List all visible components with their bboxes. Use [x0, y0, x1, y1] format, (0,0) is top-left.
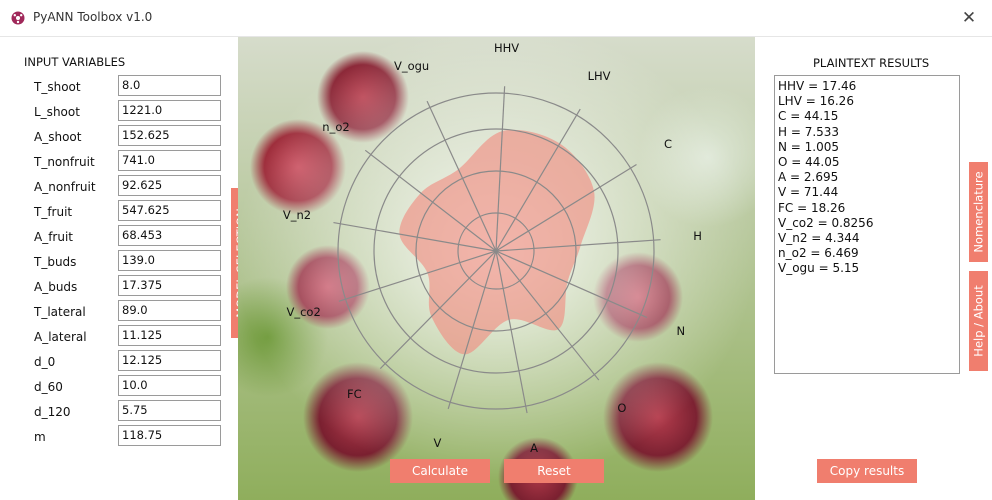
results-header: PLAINTEXT RESULTS: [813, 56, 930, 70]
variable-label: A_nonfruit: [34, 180, 96, 194]
radar-axis-label: LHV: [587, 69, 611, 84]
variable-input[interactable]: 118.75: [118, 425, 221, 446]
variable-row: d_0 12.125: [0, 350, 238, 375]
variable-row: d_60 10.0: [0, 375, 238, 400]
variable-label: T_shoot: [34, 80, 81, 94]
variable-label: A_buds: [34, 280, 78, 294]
radar-axis-label: V: [433, 436, 442, 451]
variable-row: d_120 5.75: [0, 400, 238, 425]
variable-row: A_lateral 11.125: [0, 325, 238, 350]
results-textbox[interactable]: HHV = 17.46 LHV = 16.26 C = 44.15 H = 7.533…: [774, 75, 960, 374]
variable-input[interactable]: 741.0: [118, 150, 221, 171]
result-line: V_ogu = 5.15: [778, 261, 860, 276]
variable-label: T_lateral: [34, 305, 86, 319]
radar-chart: [333, 86, 661, 414]
radar-chart-area: HHV LHV C H N O A V FC V_co2 V_n2 n_o2 V_ogu Calcula…: [238, 37, 755, 500]
variable-row: m 118.75: [0, 425, 238, 450]
result-line: C = 44.15: [778, 109, 839, 124]
title-bar: PyANN Toolbox v1.0 ✕: [0, 0, 992, 37]
variable-row: T_nonfruit 741.0: [0, 150, 238, 175]
close-button[interactable]: ✕: [946, 0, 992, 36]
reset-button[interactable]: Reset: [504, 459, 604, 483]
radar-axis-label: H: [693, 229, 702, 244]
input-variables-header: INPUT VARIABLES: [24, 55, 126, 69]
variable-row: T_buds 139.0: [0, 250, 238, 275]
radar-axis-label: C: [664, 137, 673, 152]
window-title: PyANN Toolbox v1.0: [33, 10, 153, 24]
variable-input[interactable]: 1221.0: [118, 100, 221, 121]
radar-axis-label: FC: [346, 386, 362, 401]
variable-label: d_120: [34, 405, 71, 419]
help-about-tab[interactable]: Help / About: [969, 271, 988, 371]
nomenclature-tab[interactable]: Nomenclature: [969, 162, 988, 262]
variable-input[interactable]: 68.453: [118, 225, 221, 246]
variable-label: A_shoot: [34, 130, 82, 144]
radar-axis-label: V_co2: [286, 304, 321, 319]
radar-axis-label: V_n2: [282, 208, 312, 223]
variable-input[interactable]: 17.375: [118, 275, 221, 296]
variable-input[interactable]: 92.625: [118, 175, 221, 196]
variable-row: T_fruit 547.625: [0, 200, 238, 225]
variable-input[interactable]: 89.0: [118, 300, 221, 321]
variable-label: A_lateral: [34, 330, 87, 344]
result-line: N = 1.005: [778, 139, 840, 154]
radar-axis-label: V_ogu: [393, 59, 430, 74]
result-line: LHV = 16.26: [778, 94, 854, 109]
variable-input[interactable]: 12.125: [118, 350, 221, 371]
variable-label: T_buds: [34, 255, 77, 269]
result-line: A = 2.695: [778, 170, 839, 185]
variable-label: A_fruit: [34, 230, 74, 244]
results-panel: PLAINTEXT RESULTS HHV = 17.46 LHV = 16.26…: [755, 37, 992, 500]
variable-label: d_60: [34, 380, 63, 394]
radar-axis-label: O: [617, 401, 627, 415]
result-line: HHV = 17.46: [778, 79, 857, 93]
variable-row: A_buds 17.375: [0, 275, 238, 300]
radar-axis-label: N: [676, 324, 686, 339]
variable-input[interactable]: 152.625: [118, 125, 221, 146]
variable-label: T_fruit: [34, 205, 73, 219]
result-line: O = 44.05: [778, 155, 840, 170]
variable-label: m: [34, 430, 46, 444]
radar-axis-label: HHV: [493, 41, 520, 56]
variable-input[interactable]: 5.75: [118, 400, 221, 421]
calculate-button[interactable]: Calculate: [390, 459, 490, 483]
result-line: V_n2 = 4.344: [778, 231, 860, 246]
variable-input[interactable]: 139.0: [118, 250, 221, 271]
result-line: V_co2 = 0.8256: [778, 215, 874, 230]
variable-row: A_fruit 68.453: [0, 225, 238, 250]
variable-row: L_shoot 1221.0: [0, 100, 238, 125]
result-line: H = 7.533: [778, 124, 840, 139]
result-line: n_o2 = 6.469: [778, 246, 859, 261]
variable-row: A_shoot 152.625: [0, 125, 238, 150]
results-list: HHV = 17.46 LHV = 16.26 C = 44.15 H = 7.533…: [775, 76, 959, 277]
nomenclature-label: Nomenclature: [971, 171, 986, 253]
variable-row: T_lateral 89.0: [0, 300, 238, 325]
radar-axis-label: n_o2: [322, 119, 350, 134]
variable-input[interactable]: 10.0: [118, 375, 221, 396]
copy-results-button[interactable]: Copy results: [817, 459, 917, 483]
variable-label: L_shoot: [34, 105, 80, 119]
result-line: FC = 18.26: [778, 200, 846, 215]
close-icon: ✕: [961, 8, 977, 28]
app-window: PyANN Toolbox v1.0 ✕ INPUT VARIABLES T_s…: [0, 0, 992, 500]
variable-input[interactable]: 11.125: [118, 325, 221, 346]
variable-label: d_0: [34, 355, 56, 369]
app-logo-icon: [11, 11, 25, 25]
help-about-label: Help / About: [971, 285, 986, 357]
radar-axis-label: A: [530, 441, 538, 456]
variable-input[interactable]: 8.0: [118, 75, 221, 96]
variable-row: A_nonfruit 92.625: [0, 175, 238, 200]
variable-input[interactable]: 547.625: [118, 200, 221, 221]
variable-row: T_shoot 8.0: [0, 75, 238, 100]
result-line: V = 71.44: [778, 185, 839, 200]
variable-label: T_nonfruit: [34, 155, 95, 169]
input-variables-panel: INPUT VARIABLES T_shoot 8.0 L_shoot 1221.0 A…: [0, 37, 238, 500]
